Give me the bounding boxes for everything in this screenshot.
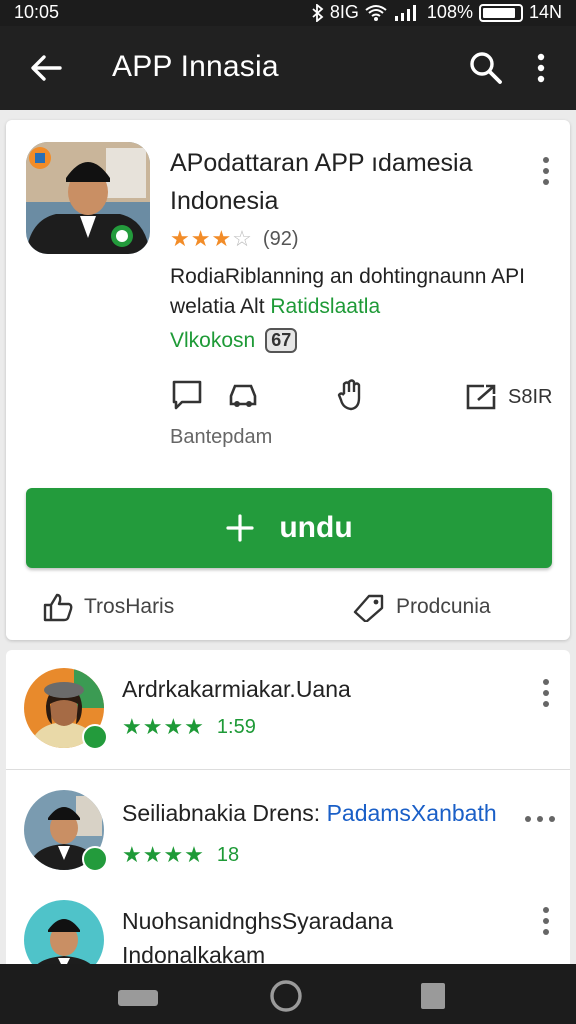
recents-icon[interactable]	[116, 988, 160, 1008]
list-item-link[interactable]: PadamsXanbath	[327, 800, 497, 826]
version-badge: 67	[265, 328, 298, 353]
rating-stars: ★★★☆	[170, 226, 253, 251]
list-item-title: Ardrkakarmiakar.Uana	[122, 676, 351, 702]
thumbs-up-icon	[43, 593, 73, 622]
comment-icon[interactable]	[170, 378, 204, 412]
verified-badge-icon	[82, 846, 108, 872]
version-label: Vlkokosn	[170, 328, 256, 352]
app-category: Bantepdam	[170, 426, 273, 448]
network-label: 8IG	[329, 2, 359, 22]
search-icon[interactable]	[466, 48, 506, 88]
app-icon-portrait	[26, 142, 150, 254]
plus-icon	[226, 514, 254, 542]
rating-row: ★★★☆ (92)	[170, 226, 298, 252]
related-list: Ardrkakarmiakar.Uana ★★★★ 1:59 Seiliabna…	[6, 650, 570, 980]
app-action-icons: S8IR	[170, 378, 552, 418]
app-bar: APP Innasia	[0, 26, 576, 110]
app-description: RodiaRiblanning an dohtingnaunn API wela…	[170, 262, 550, 322]
wifi-icon	[365, 4, 387, 21]
more-vert-icon[interactable]	[526, 48, 556, 88]
tag-icon	[353, 594, 384, 622]
verified-badge-icon	[82, 724, 108, 750]
list-item-rating: ★★★★ 1:59	[122, 714, 256, 739]
system-nav-bar	[0, 964, 576, 1024]
card-more-icon[interactable]	[536, 154, 556, 188]
like-label: TrosHaris	[84, 595, 175, 618]
list-item[interactable]: Seiliabnakia Drens: PadamsXanbath ★★★★ 1…	[6, 770, 570, 890]
item-more-icon[interactable]	[536, 676, 556, 710]
promote-button[interactable]: Prodcunia	[352, 592, 491, 622]
install-button[interactable]: undu	[26, 488, 552, 568]
item-more-icon[interactable]	[536, 904, 556, 938]
app-detail-card: APodattaran APP ıdamesia Indonesia ★★★☆ …	[6, 120, 570, 640]
install-label: undu	[279, 511, 353, 544]
list-item-title: Seiliabnakia Drens: PadamsXanbath	[122, 800, 497, 826]
rating-count: (92)	[262, 227, 299, 250]
list-item-rating: ★★★★ 18	[122, 842, 240, 867]
share-icon	[466, 384, 496, 410]
status-time: 10:05	[14, 2, 60, 22]
promote-label: Prodcunia	[396, 595, 491, 618]
battery-label: 108%	[426, 2, 473, 22]
hand-icon[interactable]	[334, 378, 368, 412]
status-extra: 14N	[528, 2, 562, 22]
app-name: APodattaran APP ıdamesia Indonesia	[170, 149, 473, 215]
list-item-title: NuohsanidnghsSyaradana Indonalkakam	[122, 908, 394, 968]
status-icons: 8IG 108% 14N	[312, 2, 562, 23]
bluetooth-icon	[312, 3, 324, 22]
status-bar: 10:05 8IG 108% 14N	[0, 0, 576, 26]
desc-line-2: welatia Alt Ratidslaatla	[170, 295, 381, 318]
share-group[interactable]: S8IR	[464, 382, 552, 412]
back-arrow-icon[interactable]	[26, 48, 66, 88]
list-item[interactable]: Ardrkakarmiakar.Uana ★★★★ 1:59	[6, 650, 570, 770]
version-row: Vlkokosn 67	[170, 328, 298, 353]
car-icon[interactable]	[226, 378, 260, 412]
battery-icon	[478, 3, 523, 22]
desc-line-1: RodiaRiblanning an dohtingnaunn API	[170, 265, 525, 288]
home-icon[interactable]	[268, 978, 304, 1014]
app-icon[interactable]	[26, 142, 150, 254]
share-label: S8IR	[508, 385, 553, 408]
signal-icon	[394, 4, 416, 21]
like-button[interactable]: TrosHaris	[42, 592, 174, 622]
desc-link[interactable]: Ratidslaatla	[270, 295, 380, 318]
more-horiz-icon[interactable]	[522, 802, 558, 836]
overview-icon[interactable]	[420, 982, 446, 1010]
app-bar-title: APP Innasia	[112, 50, 279, 83]
